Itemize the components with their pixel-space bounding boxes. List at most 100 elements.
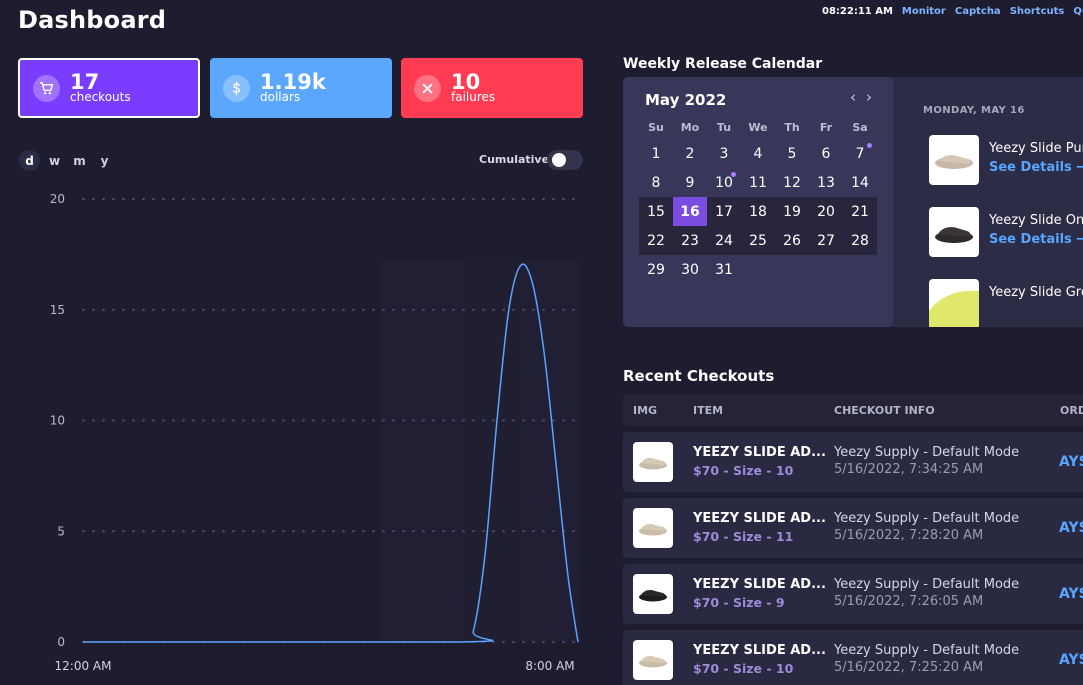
calendar-day[interactable]: 13 <box>809 168 843 197</box>
calendar-day[interactable]: 25 <box>741 226 775 255</box>
calendar-day[interactable]: 21 <box>843 197 877 226</box>
column-item: ITEM <box>693 404 724 417</box>
calendar-day[interactable]: 26 <box>775 226 809 255</box>
column-checkout-info: CHECKOUT INFO <box>834 404 935 417</box>
row-order-link[interactable]: AYS <box>1059 586 1083 602</box>
column-order: ORD <box>1060 404 1083 417</box>
x-icon <box>414 74 441 102</box>
calendar-day[interactable]: 18 <box>741 197 775 226</box>
x-tick-label: 12:00 AM <box>55 659 112 673</box>
calendar-week: 22 23 24 25 26 27 28 <box>639 226 877 255</box>
tab-month[interactable]: m <box>69 150 90 171</box>
tab-year[interactable]: y <box>94 150 115 171</box>
weekday-label: Tu <box>716 120 732 134</box>
cumulative-toggle[interactable] <box>547 150 583 170</box>
calendar-title: Weekly Release Calendar <box>623 56 823 72</box>
calendar-day[interactable]: 4 <box>741 139 775 168</box>
calendar-week-current: 15 16 17 18 19 20 21 <box>639 197 877 226</box>
checkouts-chart: 0 5 10 15 20 12:00 AM 8:00 AM <box>50 192 580 673</box>
event-dot <box>731 172 736 177</box>
tab-day[interactable]: d <box>19 150 40 171</box>
monitor-link[interactable]: Monitor <box>902 6 946 17</box>
page-title: Dashboard <box>18 6 167 34</box>
cart-icon <box>33 74 60 102</box>
cumulative-label: Cumulative <box>479 153 550 166</box>
calendar-day[interactable]: 31 <box>707 255 741 284</box>
calendar-week: 29 30 31 <box>639 255 877 284</box>
shoe-image <box>929 207 979 257</box>
table-row[interactable]: YEEZY SLIDE AD... $70 - Size - 11 Yeezy … <box>623 498 1083 558</box>
row-timestamp: 5/16/2022, 7:34:25 AM <box>834 462 984 477</box>
calendar-day[interactable]: 20 <box>809 197 843 226</box>
calendar-day[interactable]: 24 <box>707 226 741 255</box>
calendar-day[interactable]: 29 <box>639 255 673 284</box>
calendar-day[interactable]: 28 <box>843 226 877 255</box>
chart-column-shade <box>464 260 520 642</box>
checkouts-stat-card[interactable]: 17 checkouts <box>18 58 200 118</box>
calendar-day[interactable]: 1 <box>639 139 673 168</box>
calendar-week: 1 2 3 4 5 6 7 <box>639 139 877 168</box>
calendar-day[interactable] <box>741 255 775 284</box>
calendar-day[interactable]: 11 <box>741 168 775 197</box>
failures-stat-card[interactable]: 10 failures <box>401 58 583 118</box>
weekday-label: Fr <box>819 120 833 134</box>
calendar-day[interactable]: 17 <box>707 197 741 226</box>
chart-column-shade <box>380 260 464 642</box>
calendar-day[interactable]: 10 <box>707 168 741 197</box>
calendar-day[interactable] <box>775 255 809 284</box>
calendar-day[interactable]: 6 <box>809 139 843 168</box>
chevron-left-icon[interactable]: ‹ <box>850 88 856 106</box>
y-tick-label: 5 <box>57 524 65 538</box>
row-price-size: $70 - Size - 10 <box>693 463 794 478</box>
checkouts-table-header: IMG ITEM CHECKOUT INFO ORD <box>623 394 1083 426</box>
calendar-day[interactable]: 14 <box>843 168 877 197</box>
calendar-day[interactable]: 19 <box>775 197 809 226</box>
calendar-day[interactable]: 16 <box>673 197 707 226</box>
calendar-day[interactable]: 2 <box>673 139 707 168</box>
dollars-stat-card[interactable]: 1.19k dollars <box>210 58 392 118</box>
shortcuts-link[interactable]: Shortcuts <box>1010 6 1065 17</box>
x-tick-label: 8:00 AM <box>525 659 574 673</box>
calendar-day[interactable]: 27 <box>809 226 843 255</box>
calendar-day[interactable] <box>843 255 877 284</box>
shoe-image <box>929 135 979 185</box>
calendar-day[interactable]: 5 <box>775 139 809 168</box>
calendar-day[interactable]: 3 <box>707 139 741 168</box>
weekday-label: Su <box>648 120 664 134</box>
row-item-name: YEEZY SLIDE AD... <box>693 511 826 526</box>
row-item-name: YEEZY SLIDE AD... <box>693 643 826 658</box>
row-price-size: $70 - Size - 9 <box>693 595 785 610</box>
chevron-right-icon[interactable]: › <box>866 88 872 106</box>
calendar-day[interactable]: 22 <box>639 226 673 255</box>
captcha-link[interactable]: Captcha <box>955 6 1001 17</box>
weekday-label: Sa <box>852 120 868 134</box>
calendar-day[interactable]: 30 <box>673 255 707 284</box>
weekday-label: Mo <box>680 120 700 134</box>
calendar-day[interactable]: 7 <box>843 139 877 168</box>
quicktask-link[interactable]: Qu <box>1073 6 1083 17</box>
shoe-image <box>633 508 673 548</box>
row-order-link[interactable]: AYS <box>1059 652 1083 668</box>
see-details-link[interactable]: See Details → <box>989 232 1083 247</box>
row-order-link[interactable]: AYS <box>1059 454 1083 470</box>
calendar-day[interactable]: 12 <box>775 168 809 197</box>
calendar-day[interactable] <box>809 255 843 284</box>
table-row[interactable]: YEEZY SLIDE AD... $70 - Size - 10 Yeezy … <box>623 432 1083 492</box>
see-details-link[interactable]: See Details → <box>989 160 1083 175</box>
dollars-label: dollars <box>260 89 301 104</box>
calendar-day[interactable]: 23 <box>673 226 707 255</box>
table-row[interactable]: YEEZY SLIDE AD... $70 - Size - 10 Yeezy … <box>623 630 1083 685</box>
weekday-row: Su Mo Tu We Th Fr Sa <box>639 115 877 139</box>
y-tick-label: 0 <box>57 635 65 649</box>
calendar-day[interactable]: 9 <box>673 168 707 197</box>
y-tick-label: 10 <box>50 414 65 428</box>
calendar-day[interactable]: 8 <box>639 168 673 197</box>
row-order-link[interactable]: AYS <box>1059 520 1083 536</box>
table-row[interactable]: YEEZY SLIDE AD... $70 - Size - 9 Yeezy S… <box>623 564 1083 624</box>
range-tabs: d w m y <box>19 150 115 171</box>
calendar-day[interactable]: 15 <box>639 197 673 226</box>
tab-week[interactable]: w <box>44 150 65 171</box>
release-list: MONDAY, MAY 16 Yeezy Slide Pur See Detai… <box>923 105 1083 327</box>
row-item-name: YEEZY SLIDE AD... <box>693 445 826 460</box>
release-name: Yeezy Slide Ony <box>989 213 1083 228</box>
